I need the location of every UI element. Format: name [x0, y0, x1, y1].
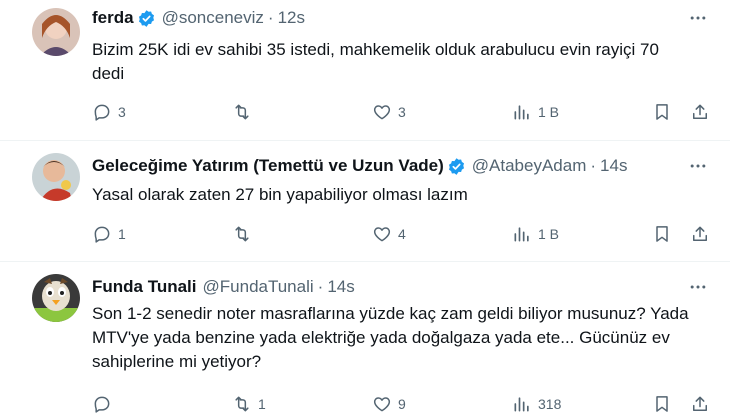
timestamp[interactable]: 12s [278, 8, 305, 28]
like-count: 9 [398, 396, 406, 412]
avatar[interactable] [32, 8, 80, 56]
more-options-button[interactable] [683, 276, 713, 298]
tweet-header: Funda Tunali @FundaTunali · 14s [92, 276, 355, 298]
author-name[interactable]: ferda [92, 8, 134, 28]
tweet-actions: 3 3 1 B [0, 100, 730, 124]
separator-dot: · [317, 277, 324, 296]
retweet-button[interactable] [232, 222, 258, 246]
avatar[interactable] [32, 274, 80, 322]
timestamp[interactable]: 14s [327, 277, 354, 297]
more-icon [690, 285, 706, 289]
bookmark-icon [656, 104, 668, 120]
avatar[interactable] [32, 153, 80, 201]
tweet[interactable]: Funda Tunali @FundaTunali · 14s Son 1-2 … [0, 262, 730, 420]
tweet[interactable]: ferda @sonceneviz · 12s Bizim 25K idi ev… [0, 0, 730, 140]
more-options-button[interactable] [683, 7, 713, 29]
retweet-button[interactable]: 1 [232, 392, 266, 416]
reply-icon [94, 396, 110, 413]
share-button[interactable] [690, 222, 710, 246]
author-name[interactable]: Geleceğime Yatırım (Temettü ve Uzun Vade… [92, 156, 444, 176]
analytics-icon [514, 397, 529, 412]
reply-icon [94, 226, 110, 243]
more-options-button[interactable] [683, 155, 713, 177]
retweet-button[interactable] [232, 100, 258, 124]
tweet-actions: 1 9 318 [0, 392, 730, 416]
views-button[interactable]: 1 B [512, 222, 559, 246]
author-handle[interactable]: @AtabeyAdam [472, 156, 587, 176]
share-icon [693, 104, 707, 119]
like-count: 4 [398, 226, 406, 242]
tweet-actions: 1 4 1 B [0, 222, 730, 246]
bookmark-icon [656, 226, 668, 242]
view-count: 1 B [538, 226, 560, 242]
bookmark-button[interactable] [652, 392, 672, 416]
tweet[interactable]: Geleceğime Yatırım (Temettü ve Uzun Vade… [0, 141, 730, 261]
tweet-text: Bizim 25K idi ev sahibi 35 istedi, mahke… [92, 40, 659, 83]
reply-button[interactable]: 3 [92, 100, 126, 124]
heart-icon [373, 105, 391, 120]
reply-icon [94, 104, 110, 121]
share-button[interactable] [690, 392, 710, 416]
like-count: 3 [398, 104, 406, 120]
author-name[interactable]: Funda Tunali [92, 277, 197, 297]
like-button[interactable]: 3 [372, 100, 406, 124]
retweet-count: 1 [258, 396, 266, 412]
bookmark-button[interactable] [652, 100, 672, 124]
reply-count: 1 [118, 226, 126, 242]
more-icon [690, 164, 706, 168]
reply-count: 3 [118, 104, 126, 120]
views-button[interactable]: 318 [512, 392, 561, 416]
author-handle[interactable]: @FundaTunali [203, 277, 314, 297]
tweet-header: Geleceğime Yatırım (Temettü ve Uzun Vade… [92, 155, 627, 177]
separator-dot: · [590, 156, 597, 175]
like-button[interactable]: 4 [372, 222, 406, 246]
view-count: 1 B [538, 104, 560, 120]
author-handle[interactable]: @sonceneviz [162, 8, 264, 28]
like-button[interactable]: 9 [372, 392, 406, 416]
share-icon [693, 396, 707, 411]
retweet-icon [235, 396, 249, 412]
reply-button[interactable]: 1 [92, 222, 126, 246]
view-count: 318 [538, 396, 562, 412]
heart-icon [373, 397, 391, 412]
retweet-icon [235, 226, 249, 242]
heart-icon [373, 227, 391, 242]
tweet-text: Son 1-2 senedir noter masraflarına yüzde… [92, 304, 689, 371]
reply-button[interactable] [92, 392, 118, 416]
verified-badge-icon [138, 9, 154, 27]
analytics-icon [514, 105, 529, 120]
more-icon [690, 16, 706, 20]
views-button[interactable]: 1 B [512, 100, 559, 124]
bookmark-button[interactable] [652, 222, 672, 246]
share-icon [693, 226, 707, 241]
tweet-text: Yasal olarak zaten 27 bin yapabiliyor ol… [92, 185, 468, 204]
share-button[interactable] [690, 100, 710, 124]
analytics-icon [514, 227, 529, 242]
retweet-icon [235, 104, 249, 120]
bookmark-icon [656, 396, 668, 412]
separator-dot: · [267, 8, 274, 27]
verified-badge-icon [448, 157, 464, 175]
timestamp[interactable]: 14s [600, 156, 627, 176]
tweet-header: ferda @sonceneviz · 12s [92, 7, 305, 29]
